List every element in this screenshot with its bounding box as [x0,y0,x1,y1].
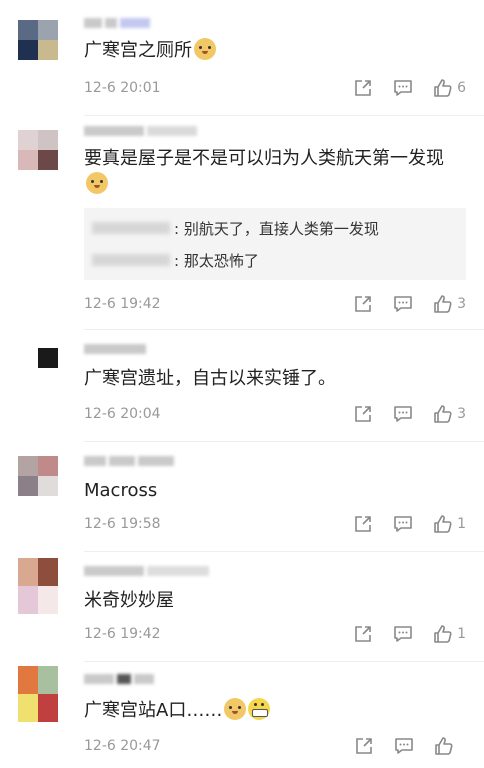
share-icon [355,516,371,532]
comment-actions: 3 [333,294,466,314]
comment-meta: 12-6 19:42 1 [84,624,466,644]
comment-meta: 12-6 20:47 [84,736,466,756]
grin-emoji [248,698,271,720]
like-count: 3 [457,296,466,312]
username[interactable] [84,16,150,30]
comment-icon [395,738,413,754]
like-button[interactable]: 1 [433,514,466,534]
comment-item: 米奇妙妙屋 12-6 19:42 1 [0,552,484,662]
comment-icon [394,80,412,96]
comment-button[interactable] [393,514,413,534]
reply-box[interactable]: : 别航天了，直接人类第一发现 : 那太恐怖了 [84,208,466,280]
like-button[interactable]: 3 [433,404,466,424]
comment-actions: 1 [333,624,466,644]
share-icon [355,406,371,422]
comment-item: 广寒宫遗址，自古以来实锤了。 12-6 20:04 3 [0,330,484,442]
avatar[interactable] [18,456,58,496]
thumbs-up-icon [435,737,453,755]
thumbs-up-icon [434,515,452,533]
share-icon [355,80,371,96]
comment-button[interactable] [394,736,414,756]
comment-meta: 12-6 19:42 3 [84,294,466,314]
like-count: 1 [457,626,466,642]
timestamp: 12-6 19:42 [84,296,161,312]
comment-text: 广寒宫站A口…… [84,698,466,724]
doge-emoji [86,172,108,194]
comment-button[interactable] [393,78,413,98]
comment-button[interactable] [393,294,413,314]
share-button[interactable] [354,736,374,756]
doge-emoji [224,698,247,720]
like-count: 3 [457,406,466,422]
comment-item: 广寒宫之厕所 12-6 20:01 6 [0,0,484,116]
timestamp: 12-6 20:47 [84,738,161,754]
share-button[interactable] [353,294,373,314]
comment-meta: 12-6 19:58 1 [84,514,466,534]
comment-item: 要真是屋子是不是可以归为人类航天第一发现 : 别航天了，直接人类第一发现 : 那… [0,116,484,330]
share-button[interactable] [353,78,373,98]
comment-meta: 12-6 20:01 6 [84,78,466,98]
share-icon [355,296,371,312]
like-button[interactable] [434,736,466,756]
reply-username [92,222,170,234]
comment-text: 要真是屋子是不是可以归为人类航天第一发现 [84,146,466,198]
comment-text: 米奇妙妙屋 [84,590,174,611]
comment-meta: 12-6 20:04 3 [84,404,466,424]
username[interactable] [84,672,154,686]
timestamp: 12-6 19:58 [84,516,161,532]
reply-username [92,254,170,266]
comment-actions [334,736,466,756]
thumbs-up-icon [434,79,452,97]
comment-icon [394,406,412,422]
comment-text: Macross [84,480,158,501]
comment-actions: 3 [333,404,466,424]
avatar[interactable] [18,348,58,388]
comment-button[interactable] [393,624,413,644]
share-icon [356,738,372,754]
username[interactable] [84,454,174,468]
username[interactable] [84,124,197,138]
share-button[interactable] [353,404,373,424]
username[interactable] [84,342,146,356]
comment-item: 广寒宫站A口…… 12-6 20:47 [0,662,484,768]
comment-text: 广寒宫之厕所 [84,38,466,64]
thumbs-up-icon [434,405,452,423]
avatar[interactable] [18,20,58,60]
comment-actions: 1 [333,514,466,534]
like-count: 6 [457,80,466,96]
like-count: 1 [457,516,466,532]
timestamp: 12-6 20:01 [84,80,161,96]
username[interactable] [84,564,209,578]
share-button[interactable] [353,624,373,644]
comment-icon [394,516,412,532]
share-button[interactable] [353,514,373,534]
avatar[interactable] [18,666,58,722]
timestamp: 12-6 20:04 [84,406,161,422]
like-button[interactable]: 1 [433,624,466,644]
reply-item[interactable]: : 别航天了，直接人类第一发现 [84,212,466,244]
like-button[interactable]: 3 [433,294,466,314]
comment-button[interactable] [393,404,413,424]
doge-emoji [194,38,216,60]
thumbs-up-icon [434,295,452,313]
comment-icon [394,626,412,642]
thumbs-up-icon [434,625,452,643]
comment-actions: 6 [333,78,466,98]
comment-item: Macross 12-6 19:58 1 [0,442,484,552]
share-icon [355,626,371,642]
like-button[interactable]: 6 [433,78,466,98]
comment-list: 广寒宫之厕所 12-6 20:01 6 要真是屋子是不是可以归为人类航天第一发现… [0,0,484,768]
comment-icon [394,296,412,312]
comment-text: 广寒宫遗址，自古以来实锤了。 [84,368,336,389]
timestamp: 12-6 19:42 [84,626,161,642]
reply-item[interactable]: : 那太恐怖了 [84,244,466,276]
avatar[interactable] [18,558,58,614]
avatar[interactable] [18,130,58,170]
